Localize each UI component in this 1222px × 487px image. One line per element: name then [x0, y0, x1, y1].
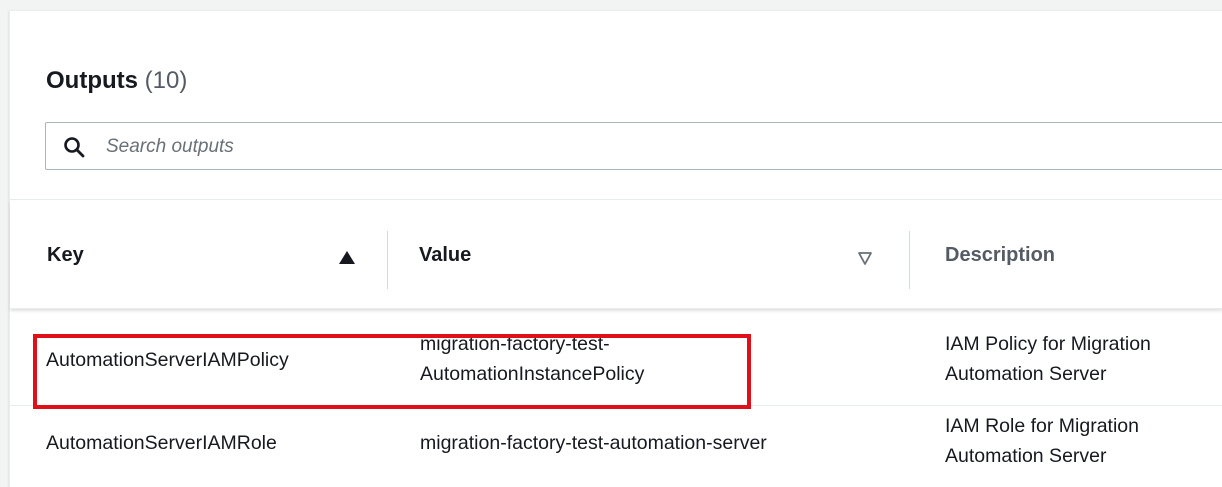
table-row[interactable]: AutomationServerIAMRole migration-factor… [10, 407, 1222, 487]
column-label-key: Key [47, 244, 84, 266]
cell-description-line: IAM Policy for Migration [945, 333, 1151, 355]
cell-description-line: Automation Server [945, 363, 1107, 385]
search-input[interactable] [104, 131, 1008, 163]
column-divider[interactable] [909, 231, 910, 289]
column-label-value: Value [419, 244, 472, 266]
sort-ascending-icon[interactable] [337, 248, 357, 268]
cell-value: migration-factory-test-automation-server [420, 428, 890, 458]
outputs-panel: Outputs (10) Key Value Descript [9, 10, 1222, 487]
title-text: Outputs [46, 67, 138, 94]
column-header-key[interactable]: Key [47, 240, 382, 284]
table-header: Key Value Description [10, 200, 1222, 309]
cell-description-line: IAM Role for Migration [945, 415, 1139, 437]
column-label-description: Description [945, 244, 1056, 266]
outputs-header: Outputs (10) [10, 11, 1222, 200]
highlight-box [33, 334, 751, 409]
column-header-value[interactable]: Value [419, 240, 889, 284]
cell-description: IAM Policy for Migration Automation Serv… [945, 329, 1220, 389]
cell-description: IAM Role for Migration Automation Server [945, 411, 1220, 471]
cell-value-line: migration-factory-test-automation-server [420, 432, 767, 454]
search-box[interactable] [45, 122, 1222, 170]
cell-description-line: Automation Server [945, 445, 1107, 467]
column-header-description: Description [945, 240, 1215, 284]
page-title: Outputs (10) [46, 67, 187, 95]
column-divider[interactable] [387, 231, 388, 289]
sort-descending-outline-icon[interactable] [855, 248, 875, 268]
cell-key: AutomationServerIAMRole [46, 432, 277, 454]
outputs-count: (10) [144, 67, 188, 94]
search-icon [64, 137, 85, 158]
